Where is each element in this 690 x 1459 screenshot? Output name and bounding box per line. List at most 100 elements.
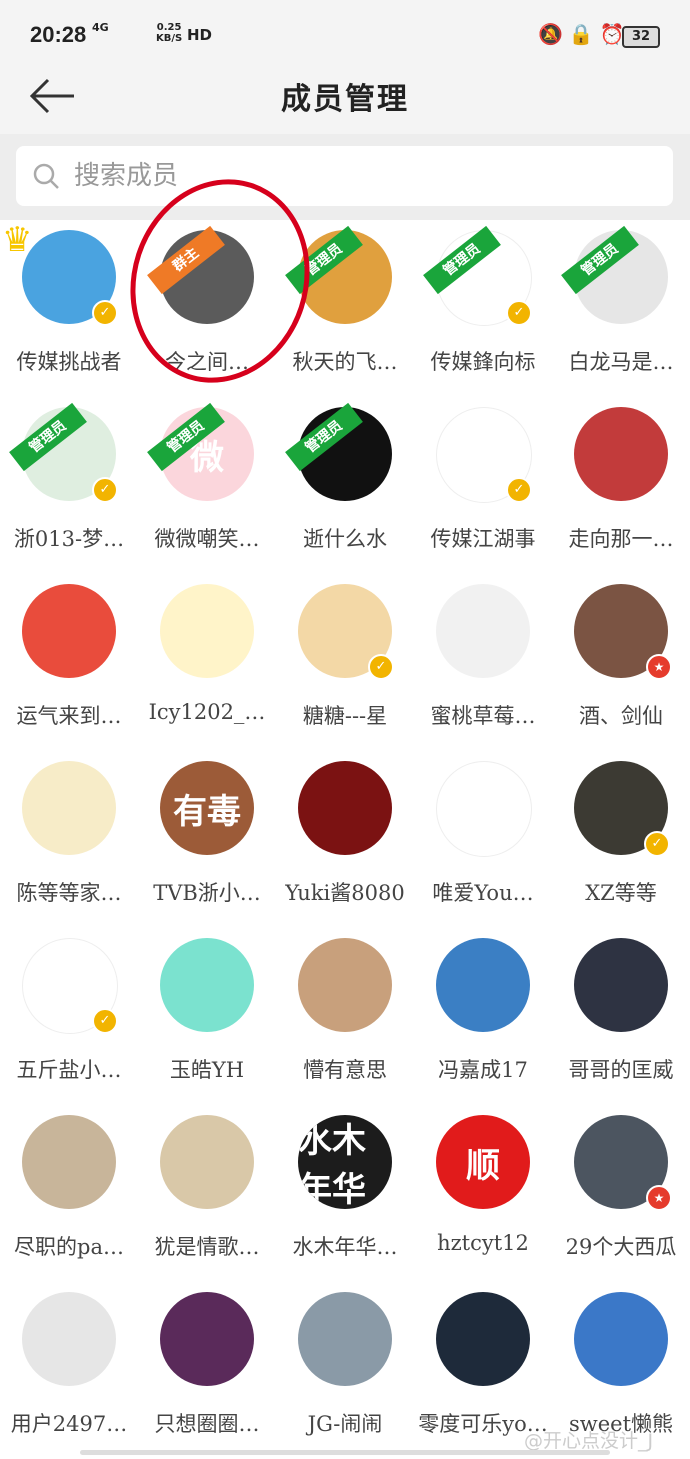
member-item[interactable]: 顺 hztcyt12 (414, 1105, 552, 1282)
watermark: @开心点没计_J (524, 1430, 654, 1452)
avatar (436, 761, 532, 857)
member-name: JG-闹闹 (307, 1412, 383, 1436)
avatar (160, 1292, 254, 1386)
member-item[interactable]: ✓ 五斤盐小… (0, 928, 138, 1105)
member-name: 浙013-梦… (13, 527, 125, 551)
member-name: 走向那一… (568, 527, 674, 551)
avatar-glyph: 水木年华 (298, 1121, 366, 1209)
verified-badge-icon: ✓ (644, 831, 670, 857)
member-item[interactable]: ✓ 糖糖---星 (276, 574, 414, 751)
verified-badge-icon: ✓ (506, 477, 532, 503)
member-name: 传媒挑战者 (16, 350, 122, 374)
crown-icon: ♛ (2, 220, 33, 260)
avatar (574, 938, 668, 1032)
member-name: 犹是情歌… (154, 1235, 260, 1259)
member-name: 用户2497… (10, 1412, 128, 1436)
member-name: Yuki酱8080 (285, 881, 405, 905)
member-name: 传媒江湖事 (430, 527, 536, 551)
member-name: 秋天的飞… (292, 350, 398, 374)
avatar (436, 1292, 530, 1386)
network-speed-unit: KB/S (156, 33, 183, 44)
avatar (298, 1292, 392, 1386)
member-name: 懵有意思 (303, 1058, 387, 1082)
avatar (574, 1292, 668, 1386)
avatar (298, 761, 392, 855)
battery-icon: 32 (622, 26, 660, 48)
member-item[interactable]: Yuki酱8080 (276, 751, 414, 928)
member-item[interactable]: 犹是情歌… (138, 1105, 276, 1282)
member-item[interactable]: 管理员 ✓ 传媒鋒向标 (414, 220, 552, 397)
member-item[interactable]: JG-闹闹 (276, 1282, 414, 1459)
member-item[interactable]: 管理员 逝什么水 (276, 397, 414, 574)
member-item[interactable]: 玉皓YH (138, 928, 276, 1105)
member-name: 白龙马是… (568, 350, 674, 374)
verified-badge-icon: ✓ (92, 477, 118, 503)
status-bar: 20:28 4G 0.25 KB/S HD 🔕🔒⏰ 32 (0, 0, 690, 72)
member-name: hztcyt12 (437, 1231, 529, 1255)
member-item[interactable]: 冯嘉成17 (414, 928, 552, 1105)
member-name: 水木年华… (292, 1235, 398, 1259)
member-item[interactable]: 运气来到… (0, 574, 138, 751)
member-item[interactable]: ♛ ✓ 传媒挑战者 (0, 220, 138, 397)
member-item[interactable]: 陈等等家… (0, 751, 138, 928)
member-name: 传媒鋒向标 (430, 350, 536, 374)
avatar (160, 584, 254, 678)
search-input[interactable] (72, 154, 656, 198)
member-name: 只想圈圈… (154, 1412, 260, 1436)
verified-badge-icon: ✓ (92, 1008, 118, 1034)
member-name: 玉皓YH (169, 1058, 245, 1082)
network-indicator: 4G (92, 21, 109, 34)
member-item[interactable]: 微管理员 微微嘲笑… (138, 397, 276, 574)
member-name: 运气来到… (16, 704, 122, 728)
avatar (436, 584, 530, 678)
member-item[interactable]: 哥哥的匡威 (552, 928, 690, 1105)
bell-off-icon: 🔕 (538, 22, 569, 46)
member-item[interactable]: 管理员 白龙马是… (552, 220, 690, 397)
member-item[interactable]: 用户2497… (0, 1282, 138, 1459)
search-icon (33, 163, 59, 189)
member-name: 酒、剑仙 (579, 704, 663, 728)
member-name: 微微嘲笑… (154, 527, 260, 551)
member-item[interactable]: 蜜桃草莓… (414, 574, 552, 751)
verified-badge-icon: ✓ (368, 654, 394, 680)
avatar (160, 938, 254, 1032)
member-item[interactable]: 有毒 TVB浙小… (138, 751, 276, 928)
member-name: XZ等等 (585, 881, 657, 905)
member-name: TVB浙小… (153, 881, 261, 905)
member-name: 五斤盐小… (16, 1058, 122, 1082)
page-title: 成员管理 (281, 82, 409, 117)
member-item[interactable]: ✓ 传媒江湖事 (414, 397, 552, 574)
member-item[interactable]: 群主 今之间… (138, 220, 276, 397)
member-name: 糖糖---星 (302, 704, 388, 728)
hd-indicator: HD (187, 26, 213, 44)
member-name: Icy1202_… (148, 700, 266, 724)
member-item[interactable]: 唯爱You… (414, 751, 552, 928)
member-item[interactable]: 管理员 ✓ 浙013-梦… (0, 397, 138, 574)
member-name: 唯爱You… (432, 881, 534, 905)
network-speed-value: 0.25 (156, 22, 182, 33)
member-item[interactable]: 水木年华水木年华… (276, 1105, 414, 1282)
avatar (22, 1292, 116, 1386)
avatar-glyph: 顺 (466, 1145, 500, 1186)
avatar (160, 1115, 254, 1209)
search-section (0, 134, 690, 220)
member-item[interactable]: 管理员 秋天的飞… (276, 220, 414, 397)
member-item[interactable]: ★ 酒、剑仙 (552, 574, 690, 751)
network-speed: 0.25 KB/S (156, 22, 182, 44)
member-item[interactable]: ✓ XZ等等 (552, 751, 690, 928)
avatar: 水木年华 (298, 1115, 392, 1209)
member-item[interactable]: ★ 29个大西瓜 (552, 1105, 690, 1282)
verified-badge-icon: ✓ (92, 300, 118, 326)
member-item[interactable]: 只想圈圈… (138, 1282, 276, 1459)
member-item[interactable]: 尽职的pa… (0, 1105, 138, 1282)
member-name: 蜜桃草莓… (430, 704, 536, 728)
member-item[interactable]: 走向那一… (552, 397, 690, 574)
member-item[interactable]: Icy1202_… (138, 574, 276, 751)
member-item[interactable]: 懵有意思 (276, 928, 414, 1105)
nav-bar: 成员管理 (0, 72, 690, 134)
search-box[interactable] (16, 146, 673, 206)
avatar (574, 407, 668, 501)
avatar (298, 938, 392, 1032)
member-name: 陈等等家… (16, 881, 122, 905)
avatar (436, 938, 530, 1032)
